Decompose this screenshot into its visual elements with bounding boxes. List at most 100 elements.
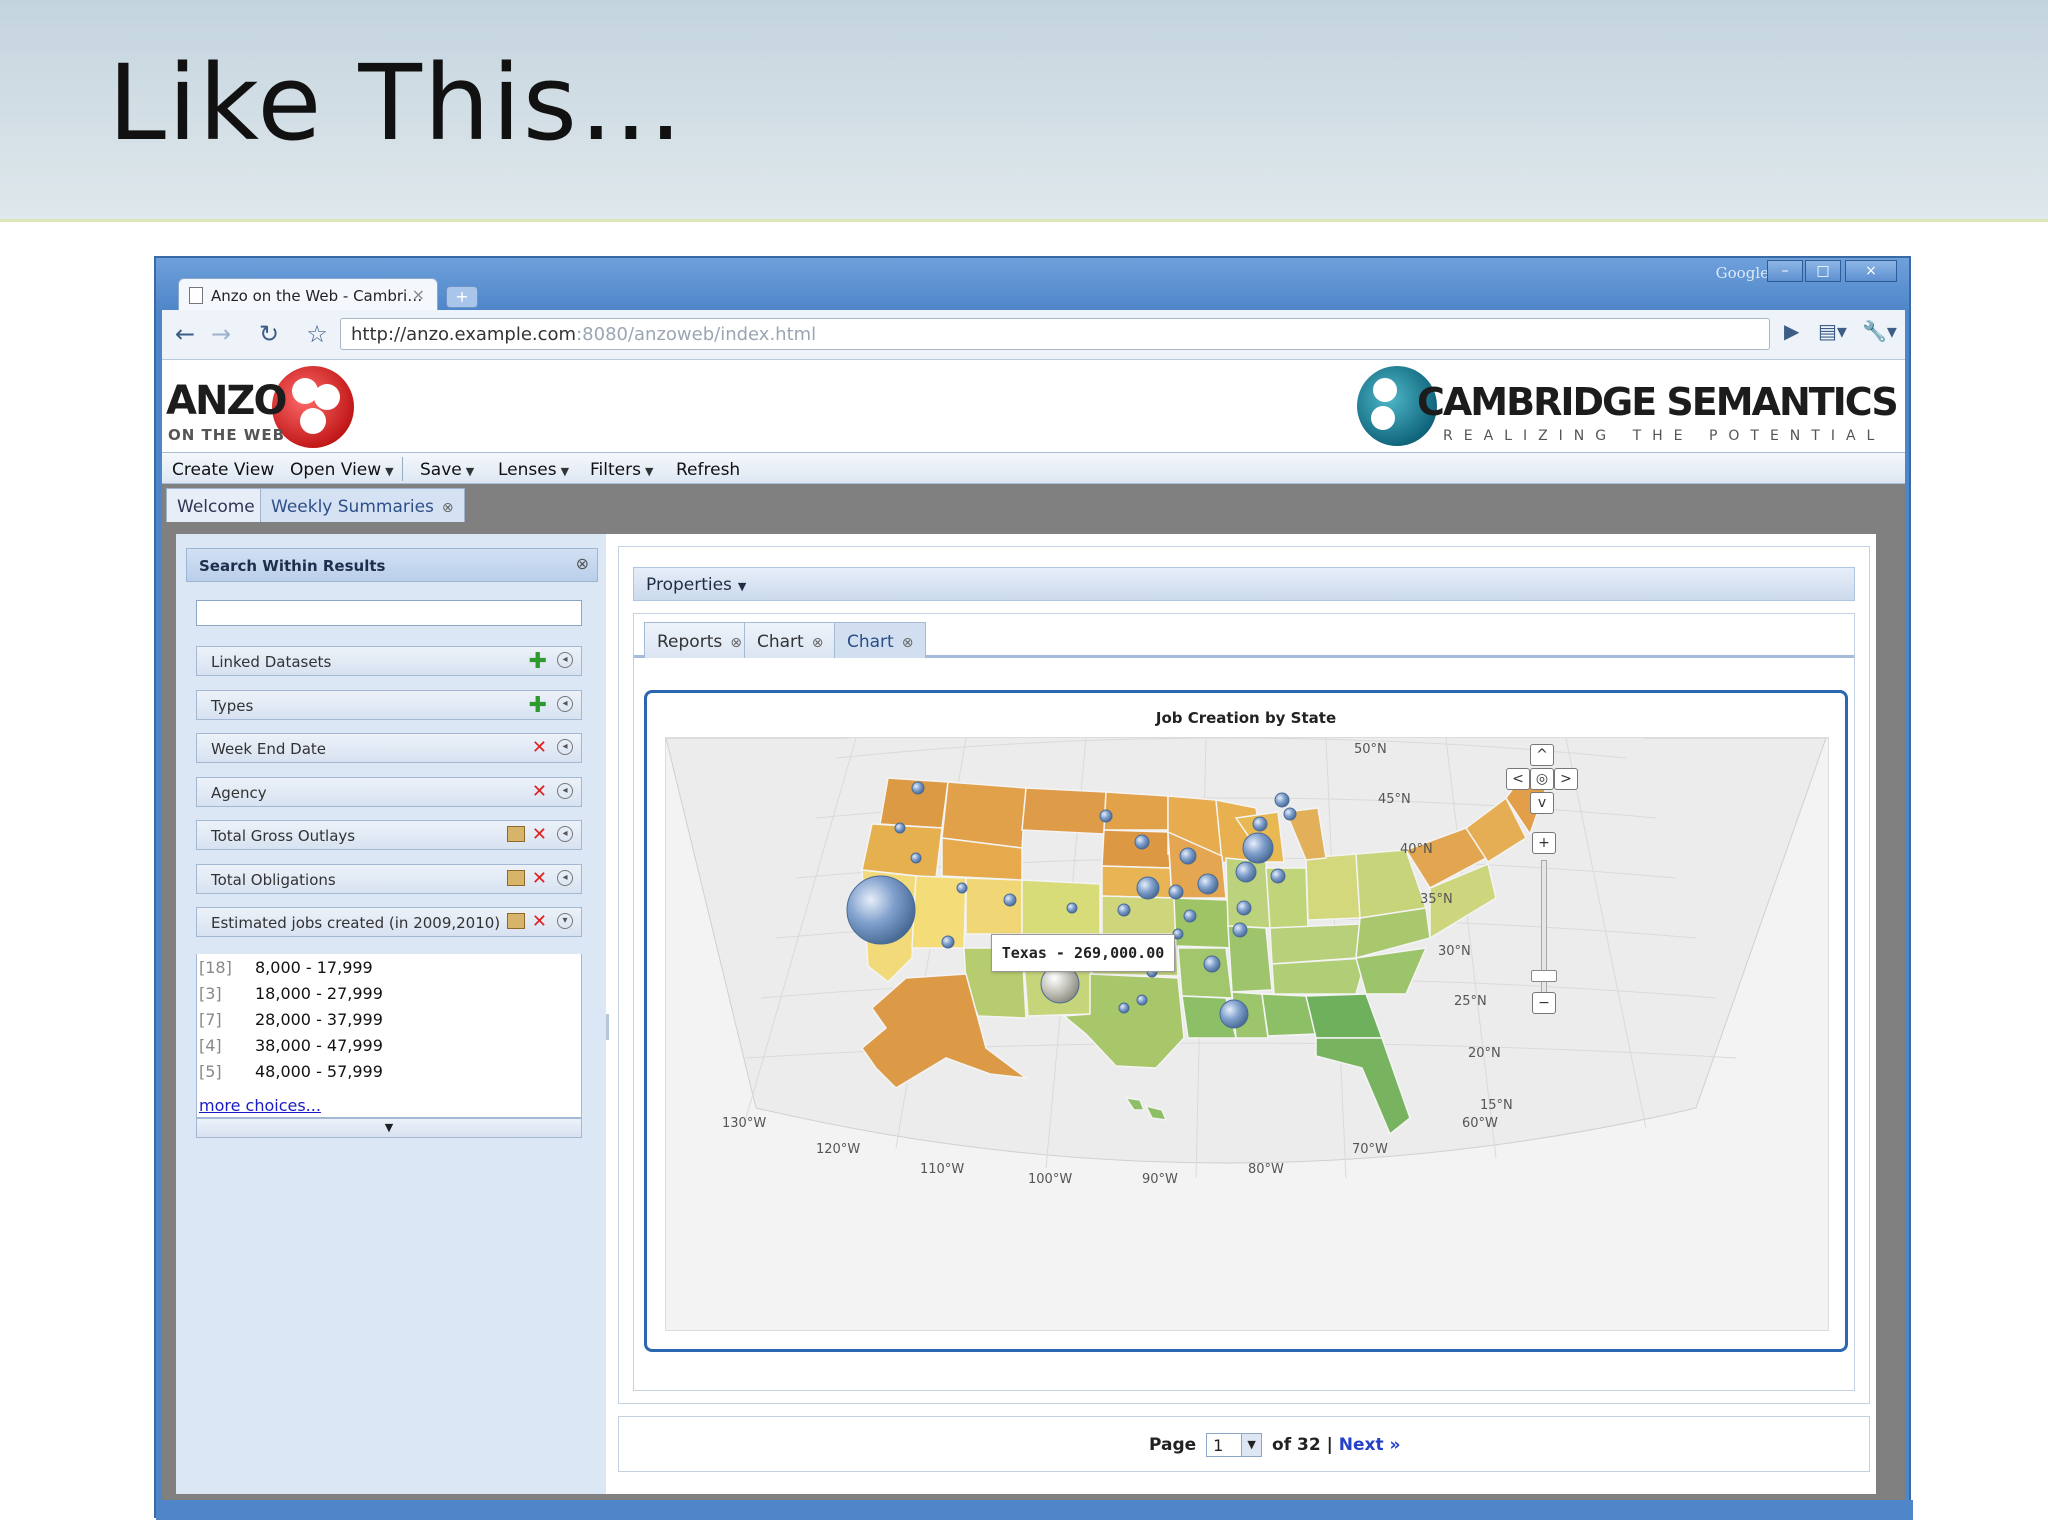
page-menu-icon[interactable]: ▤▾ bbox=[1818, 319, 1847, 343]
zoom-slider-thumb[interactable] bbox=[1531, 970, 1557, 982]
browser-tab[interactable]: Anzo on the Web - Cambri… × bbox=[178, 278, 438, 312]
remove-icon[interactable]: ✕ bbox=[532, 781, 547, 802]
close-window-button[interactable]: × bbox=[1845, 260, 1897, 282]
tab-weekly-summaries[interactable]: Weekly Summaries ⊗ bbox=[260, 488, 465, 522]
remove-icon[interactable]: ✕ bbox=[532, 824, 547, 845]
close-icon[interactable]: ⊗ bbox=[576, 554, 589, 573]
more-choices-link[interactable]: more choices... bbox=[199, 1096, 321, 1115]
forward-arrow-icon[interactable]: → bbox=[206, 319, 236, 349]
edit-range-icon[interactable] bbox=[507, 913, 525, 929]
browser-titlebar: Google – □ × Anzo on the Web - Cambri… ×… bbox=[156, 258, 1909, 312]
results-panel: Properties ▼ Reports ⊗ Chart ⊗ Chart ⊗ Job C… bbox=[618, 534, 1876, 1494]
lon-label: 90°W bbox=[1142, 1172, 1178, 1187]
url-path: :8080/anzoweb/index.html bbox=[576, 324, 817, 345]
panel-splitter-handle[interactable] bbox=[606, 1014, 609, 1040]
bookmark-star-icon[interactable]: ☆ bbox=[302, 319, 332, 349]
go-arrow-icon[interactable]: ▶ bbox=[1784, 319, 1799, 343]
facet-choice[interactable]: [4] 38,000 - 47,999 bbox=[199, 1036, 383, 1058]
expand-icon[interactable]: ◂ bbox=[557, 696, 573, 712]
menu-save[interactable]: Save ▼ bbox=[420, 460, 474, 480]
menu-create-view[interactable]: Create View bbox=[172, 460, 274, 480]
expand-icon[interactable]: ◂ bbox=[557, 870, 573, 886]
facet-choice[interactable]: [7] 28,000 - 37,999 bbox=[199, 1010, 383, 1032]
facet-choice[interactable]: [3] 18,000 - 27,999 bbox=[199, 984, 383, 1006]
close-icon[interactable]: ⊗ bbox=[902, 635, 914, 651]
address-bar[interactable]: http://anzo.example.com:8080/anzoweb/ind… bbox=[340, 318, 1770, 350]
facet-choice[interactable]: [5] 48,000 - 57,999 bbox=[199, 1062, 383, 1084]
facet-total-gross-outlays[interactable]: Total Gross Outlays ✕ ◂ bbox=[196, 820, 582, 850]
close-icon[interactable]: ⊗ bbox=[812, 635, 824, 651]
close-icon[interactable]: ⊗ bbox=[442, 500, 454, 516]
close-icon[interactable]: ⊗ bbox=[730, 635, 742, 651]
menu-label: Filters bbox=[590, 460, 641, 480]
url-host: http://anzo.example.com bbox=[351, 324, 577, 345]
tab-welcome[interactable]: Welcome bbox=[166, 488, 266, 522]
menu-open-view[interactable]: Open View ▼ bbox=[290, 460, 394, 480]
tab-chart-1[interactable]: Chart ⊗ bbox=[744, 622, 837, 658]
facet-types[interactable]: Types ✚ ◂ bbox=[196, 690, 582, 720]
menu-filters[interactable]: Filters ▼ bbox=[590, 460, 653, 480]
properties-dropdown[interactable]: Properties ▼ bbox=[646, 575, 746, 595]
new-tab-button[interactable]: + bbox=[446, 286, 478, 308]
facet-agency[interactable]: Agency ✕ ◂ bbox=[196, 777, 582, 807]
properties-bar[interactable]: Properties ▼ bbox=[633, 567, 1855, 601]
chevron-down-icon: ▼ bbox=[737, 580, 747, 593]
choice-count: [3] bbox=[199, 984, 222, 1003]
view-container: Reports ⊗ Chart ⊗ Chart ⊗ Job Creation by S… bbox=[633, 613, 1855, 1391]
view-tab-strip: Reports ⊗ Chart ⊗ Chart ⊗ bbox=[634, 614, 1854, 658]
collapse-icon[interactable]: ▾ bbox=[557, 913, 573, 929]
edit-range-icon[interactable] bbox=[507, 870, 525, 886]
choice-count: [18] bbox=[199, 958, 232, 977]
next-page-link[interactable]: Next » bbox=[1339, 1435, 1401, 1455]
pan-left-button[interactable]: < bbox=[1506, 768, 1530, 790]
choice-count: [4] bbox=[199, 1036, 222, 1055]
zoom-out-button[interactable]: − bbox=[1532, 992, 1556, 1014]
maximize-button[interactable]: □ bbox=[1805, 260, 1841, 282]
page-select[interactable]: 1 ▼ bbox=[1206, 1433, 1263, 1457]
remove-icon[interactable]: ✕ bbox=[532, 911, 547, 932]
expand-icon[interactable]: ◂ bbox=[557, 652, 573, 668]
recenter-button[interactable]: ◎ bbox=[1530, 768, 1554, 790]
pan-down-button[interactable]: v bbox=[1530, 792, 1554, 814]
facet-linked-datasets[interactable]: Linked Datasets ✚ ◂ bbox=[196, 646, 582, 676]
zoom-in-button[interactable]: + bbox=[1532, 832, 1556, 854]
chart-title: Job Creation by State bbox=[1155, 709, 1337, 727]
remove-icon[interactable]: ✕ bbox=[532, 737, 547, 758]
page-select-value: 1 bbox=[1213, 1436, 1224, 1455]
search-input[interactable] bbox=[196, 600, 582, 626]
anzo-logo-subtitle: ON THE WEB bbox=[168, 426, 286, 444]
remove-icon[interactable]: ✕ bbox=[532, 868, 547, 889]
back-arrow-icon[interactable]: ← bbox=[170, 319, 200, 349]
menu-refresh[interactable]: Refresh bbox=[676, 460, 740, 480]
expand-icon[interactable]: ◂ bbox=[557, 826, 573, 842]
chevron-down-icon[interactable]: ▼ bbox=[1241, 1434, 1262, 1456]
facet-scroll-down[interactable]: ▼ bbox=[196, 1118, 582, 1138]
us-map[interactable]: Texas - 269,000.00 50°N 45°N 40°N 35°N 3… bbox=[665, 737, 1829, 1331]
wrench-menu-icon[interactable]: 🔧▾ bbox=[1862, 319, 1897, 343]
facet-choice[interactable]: [18] 8,000 - 17,999 bbox=[199, 958, 373, 980]
facet-total-obligations[interactable]: Total Obligations ✕ ◂ bbox=[196, 864, 582, 894]
facet-label: Agency bbox=[211, 784, 267, 802]
search-panel-title: Search Within Results bbox=[199, 557, 386, 575]
pan-up-button[interactable]: ^ bbox=[1530, 744, 1554, 766]
facet-estimated-jobs[interactable]: Estimated jobs created (in 2009,2010) ✕ … bbox=[196, 907, 582, 937]
lat-label: 50°N bbox=[1354, 742, 1387, 757]
tab-reports[interactable]: Reports ⊗ bbox=[644, 622, 755, 658]
facet-choice-list: [18] 8,000 - 17,999 [3] 18,000 - 27,999 [7… bbox=[196, 954, 582, 1118]
expand-icon[interactable]: ◂ bbox=[557, 739, 573, 755]
reload-icon[interactable]: ↻ bbox=[254, 319, 284, 349]
minimize-button[interactable]: – bbox=[1767, 260, 1803, 282]
tab-chart-2[interactable]: Chart ⊗ bbox=[834, 622, 927, 658]
close-tab-icon[interactable]: × bbox=[412, 285, 425, 304]
add-icon[interactable]: ✚ bbox=[529, 649, 547, 674]
menu-lenses[interactable]: Lenses ▼ bbox=[498, 460, 569, 480]
zoom-slider-track[interactable] bbox=[1541, 860, 1547, 1012]
pan-right-button[interactable]: > bbox=[1554, 768, 1578, 790]
facet-week-end-date[interactable]: Week End Date ✕ ◂ bbox=[196, 733, 582, 763]
edit-range-icon[interactable] bbox=[507, 826, 525, 842]
add-icon[interactable]: ✚ bbox=[529, 693, 547, 718]
search-panel: Search Within Results ⊗ Linked Datasets … bbox=[176, 534, 606, 1494]
expand-icon[interactable]: ◂ bbox=[557, 783, 573, 799]
browser-toolbar: ← → ↻ ☆ http://anzo.example.com:8080/anz… bbox=[162, 310, 1905, 360]
choice-range: 18,000 - 27,999 bbox=[255, 984, 383, 1003]
